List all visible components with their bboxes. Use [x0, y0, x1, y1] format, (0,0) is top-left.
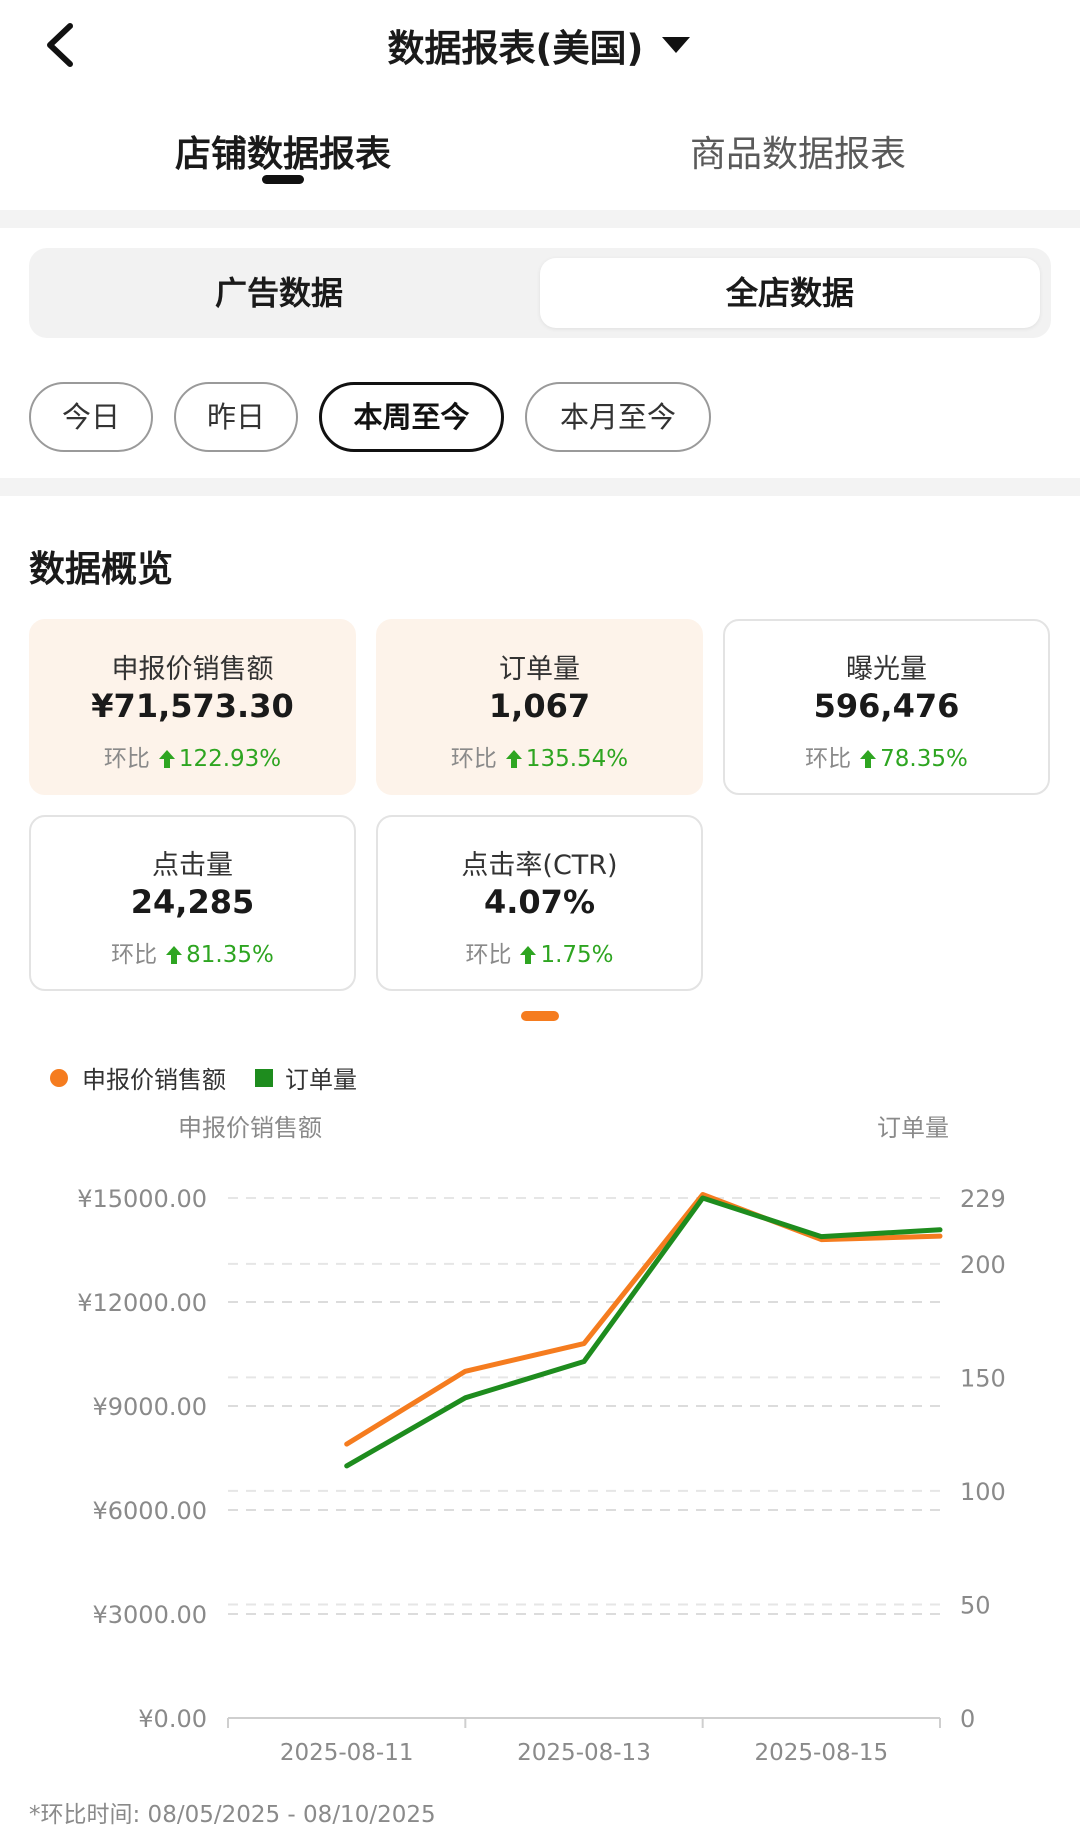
- right-tick-label: 50: [960, 1591, 991, 1619]
- divider-band: [0, 210, 1080, 228]
- left-tick-label: ¥9000.00: [92, 1393, 207, 1421]
- change-value: 78.35%: [880, 746, 968, 772]
- legend-item-orders[interactable]: 订单量: [255, 1060, 357, 1095]
- left-tick-label: ¥0.00: [138, 1705, 207, 1733]
- metric-value: 1,067: [488, 687, 591, 725]
- right-tick-label: 100: [960, 1478, 1006, 1506]
- right-tick-label: 0: [960, 1705, 975, 1733]
- pager-indicator[interactable]: [521, 1011, 559, 1021]
- orders-series-line: [344, 1195, 943, 1469]
- app-header: 数据报表(美国): [0, 0, 1080, 90]
- filter-month-to-date[interactable]: 本月至今: [525, 382, 711, 452]
- change-prefix: 环比: [111, 942, 158, 968]
- overview-title: 数据概览: [29, 549, 174, 590]
- right-tick-label: 229: [960, 1185, 1006, 1213]
- change-value: 1.75%: [540, 942, 614, 968]
- left-tick-label: ¥6000.00: [92, 1497, 207, 1525]
- divider-band: [0, 478, 1080, 496]
- metric-label: 点击率(CTR): [461, 850, 618, 881]
- metric-label: 申报价销售额: [111, 654, 274, 685]
- metric-change: 环比 122.93%: [31, 739, 354, 773]
- legend-square-icon: [255, 1069, 273, 1087]
- right-axis-title: 订单量: [877, 1114, 949, 1142]
- change-prefix: 环比: [450, 746, 497, 772]
- metric-card-orders[interactable]: 订单量 1,067 环比 135.54%: [376, 619, 703, 795]
- left-tick-label: ¥12000.00: [77, 1289, 207, 1317]
- arrow-up-icon: [860, 750, 877, 768]
- metric-change: 环比 135.54%: [378, 739, 701, 773]
- filter-today[interactable]: 今日: [29, 382, 153, 452]
- main-tabs: 店铺数据报表 商品数据报表: [0, 105, 1080, 205]
- tab-store-report[interactable]: 店铺数据报表: [175, 125, 391, 177]
- x-tick-label: 2025-08-11: [280, 1740, 414, 1766]
- metric-card-impressions[interactable]: 曝光量 596,476 环比 78.35%: [723, 619, 1050, 795]
- change-prefix: 环比: [465, 942, 512, 968]
- comparison-footnote: *环比时间: 08/05/2025 - 08/10/2025: [29, 1802, 436, 1828]
- change-prefix: 环比: [805, 746, 852, 772]
- metric-value: 596,476: [813, 687, 960, 725]
- metric-label: 曝光量: [846, 654, 927, 685]
- metric-value: 4.07%: [483, 883, 595, 921]
- arrow-up-icon: [520, 946, 537, 964]
- arrow-up-icon: [158, 750, 175, 768]
- legend-dot-icon: [50, 1069, 68, 1087]
- page-title: 数据报表(美国): [387, 27, 644, 70]
- tab-product-report[interactable]: 商品数据报表: [690, 125, 906, 177]
- metric-card-ctr[interactable]: 点击率(CTR) 4.07% 环比 1.75%: [376, 815, 703, 991]
- metric-change: 环比 81.35%: [31, 935, 354, 969]
- metric-label: 订单量: [499, 654, 580, 685]
- segment-ad-data[interactable]: 广告数据: [29, 248, 529, 338]
- change-value: 122.93%: [178, 746, 282, 772]
- change-prefix: 环比: [103, 746, 150, 772]
- change-value: 81.35%: [186, 942, 274, 968]
- metric-value: ¥71,573.30: [91, 687, 294, 725]
- left-axis-title: 申报价销售额: [178, 1114, 322, 1142]
- arrow-up-icon: [505, 750, 522, 768]
- arrow-up-icon: [166, 946, 183, 964]
- legend-label: 订单量: [285, 1066, 357, 1094]
- metric-change: 环比 1.75%: [378, 935, 701, 969]
- right-tick-label: 200: [960, 1251, 1006, 1279]
- filter-yesterday[interactable]: 昨日: [174, 382, 298, 452]
- sales-series-line: [344, 1192, 943, 1447]
- metric-value: 24,285: [130, 883, 255, 921]
- x-tick-label: 2025-08-13: [517, 1740, 651, 1766]
- legend-label: 申报价销售额: [82, 1066, 226, 1094]
- legend-item-sales[interactable]: 申报价销售额: [50, 1060, 226, 1095]
- tab-indicator: [262, 175, 304, 184]
- left-tick-label: ¥15000.00: [77, 1185, 207, 1213]
- filter-week-to-date[interactable]: 本周至今: [319, 382, 504, 452]
- x-tick-label: 2025-08-15: [754, 1740, 888, 1766]
- right-tick-label: 150: [960, 1364, 1006, 1392]
- change-value: 135.54%: [525, 746, 629, 772]
- left-tick-label: ¥3000.00: [92, 1601, 207, 1629]
- metric-card-sales[interactable]: 申报价销售额 ¥71,573.30 环比 122.93%: [29, 619, 356, 795]
- metric-change: 环比 78.35%: [725, 739, 1048, 773]
- caret-down-icon: [662, 37, 691, 53]
- title-dropdown[interactable]: 数据报表(美国): [0, 18, 1080, 72]
- segment-store-data[interactable]: 全店数据: [540, 258, 1040, 328]
- metric-card-clicks[interactable]: 点击量 24,285 环比 81.35%: [29, 815, 356, 991]
- data-type-segment: 广告数据 全店数据: [29, 248, 1051, 338]
- metric-label: 点击量: [152, 850, 233, 881]
